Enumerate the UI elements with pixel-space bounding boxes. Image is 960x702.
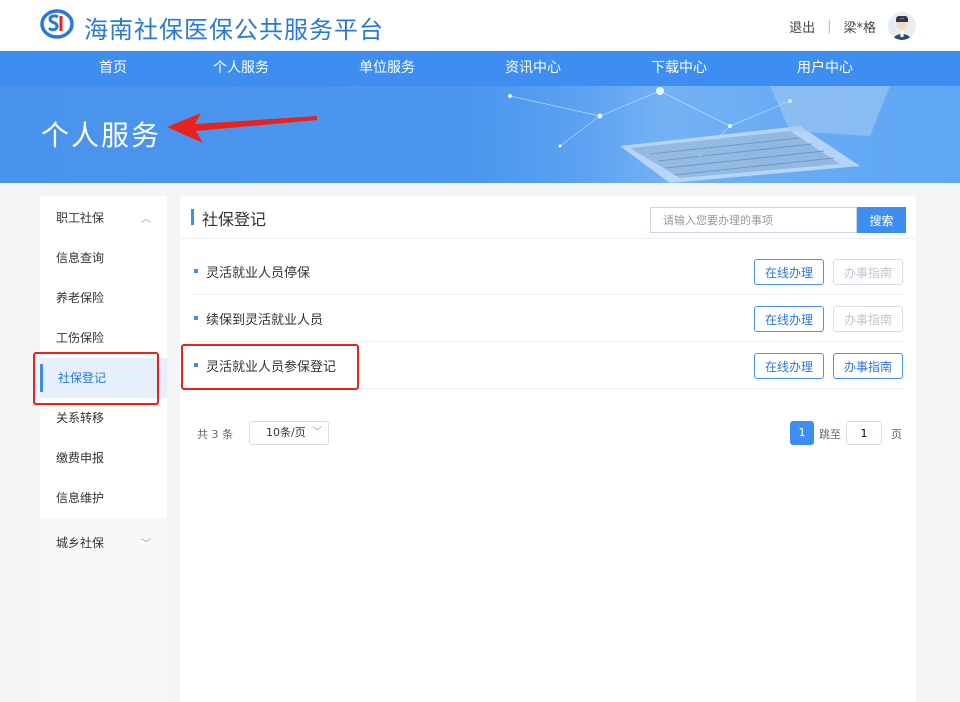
bullet-icon (194, 316, 198, 320)
guide-button[interactable]: 办事指南 (833, 306, 903, 332)
sidebar-item-info-query[interactable]: 信息查询 (40, 238, 167, 278)
chevron-down-icon: ﹀ (141, 538, 151, 550)
jump-page-input[interactable] (846, 421, 882, 445)
banner-title: 个人服务 (41, 119, 162, 152)
page-size-select[interactable]: 10条/页 ﹀ (249, 421, 329, 445)
sidebar-item-info-maintenance[interactable]: 信息维护 (40, 478, 167, 518)
bullet-icon (194, 269, 198, 273)
pagination: 共 3 条 10条/页 ﹀ 1 跳至 页 (180, 418, 916, 448)
sidebar-group-urban-rural[interactable]: 城乡社保 ﹀ (40, 520, 167, 564)
top-header: 海南社保医保公共服务平台 退出 | 梁*格 (0, 0, 960, 50)
panel-header: 社保登记 搜索 (180, 196, 916, 239)
service-name[interactable]: 续保到灵活就业人员 (206, 309, 323, 328)
list-item: 续保到灵活就业人员 在线办理 办事指南 (192, 295, 904, 342)
title-accent-bar (191, 209, 194, 225)
sidebar-item-injury-insurance[interactable]: 工伤保险 (40, 318, 167, 358)
sidebar-group-label: 城乡社保 (56, 535, 105, 550)
guide-button[interactable]: 办事指南 (833, 259, 903, 285)
sidebar-items: 信息查询 养老保险 工伤保险 社保登记 关系转移 缴费申报 信息维护 (40, 238, 167, 518)
user-area: 退出 | 梁*格 (789, 12, 916, 40)
sidebar-item-payment-declaration[interactable]: 缴费申报 (40, 438, 167, 478)
jump-label: 跳至 (819, 428, 841, 441)
nav-news-center[interactable]: 资讯中心 (460, 51, 606, 86)
separator: | (827, 18, 832, 34)
sidebar-item-pension[interactable]: 养老保险 (40, 278, 167, 318)
content-panel: 社保登记 搜索 灵活就业人员停保 在线办理 办事指南 续保到灵活就业人员 在线办… (180, 196, 916, 702)
online-handle-button[interactable]: 在线办理 (754, 259, 824, 285)
guide-button[interactable]: 办事指南 (833, 353, 903, 379)
avatar[interactable] (888, 12, 916, 40)
chevron-down-icon: ﹀ (312, 427, 322, 438)
nav-unit-service[interactable]: 单位服务 (314, 51, 460, 86)
banner-laptop-image (470, 86, 960, 183)
sidebar: 职工社保 ︿ 信息查询 养老保险 工伤保险 社保登记 关系转移 缴费申报 信息维… (40, 196, 167, 702)
service-name[interactable]: 灵活就业人员停保 (206, 262, 310, 281)
page-number-current[interactable]: 1 (790, 421, 814, 445)
service-list: 灵活就业人员停保 在线办理 办事指南 续保到灵活就业人员 在线办理 办事指南 灵… (180, 248, 916, 389)
page-suffix: 页 (891, 428, 902, 441)
chevron-up-icon: ︿ (141, 213, 151, 225)
nav-home[interactable]: 首页 (58, 51, 168, 86)
page-size-value: 10条/页 (266, 426, 306, 439)
list-item: 灵活就业人员停保 在线办理 办事指南 (192, 248, 904, 295)
online-handle-button[interactable]: 在线办理 (754, 306, 824, 332)
sidebar-group-label: 职工社保 (56, 210, 105, 225)
search-button[interactable]: 搜索 (857, 207, 906, 233)
list-item: 灵活就业人员参保登记 在线办理 办事指南 (192, 342, 904, 389)
logout-link[interactable]: 退出 (789, 17, 815, 36)
nav-download-center[interactable]: 下载中心 (606, 51, 752, 86)
nav-user-center[interactable]: 用户中心 (752, 51, 898, 86)
sidebar-group-employee-insurance[interactable]: 职工社保 ︿ (40, 196, 167, 238)
banner: 个人服务 (0, 86, 960, 183)
page-title: 社保登记 (202, 210, 267, 229)
sidebar-item-transfer[interactable]: 关系转移 (40, 398, 167, 438)
site-title: 海南社保医保公共服务平台 (84, 16, 384, 44)
bullet-icon (194, 363, 198, 367)
search-input[interactable] (650, 207, 857, 233)
main-nav: 首页 个人服务 单位服务 资讯中心 下载中心 用户中心 (0, 51, 960, 86)
total-count: 共 3 条 (197, 428, 233, 441)
username[interactable]: 梁*格 (843, 17, 876, 36)
nav-personal-service[interactable]: 个人服务 (168, 51, 314, 86)
online-handle-button[interactable]: 在线办理 (754, 353, 824, 379)
sidebar-item-social-registration[interactable]: 社保登记 (40, 358, 167, 398)
service-name[interactable]: 灵活就业人员参保登记 (206, 356, 336, 375)
logo-icon (40, 9, 74, 39)
